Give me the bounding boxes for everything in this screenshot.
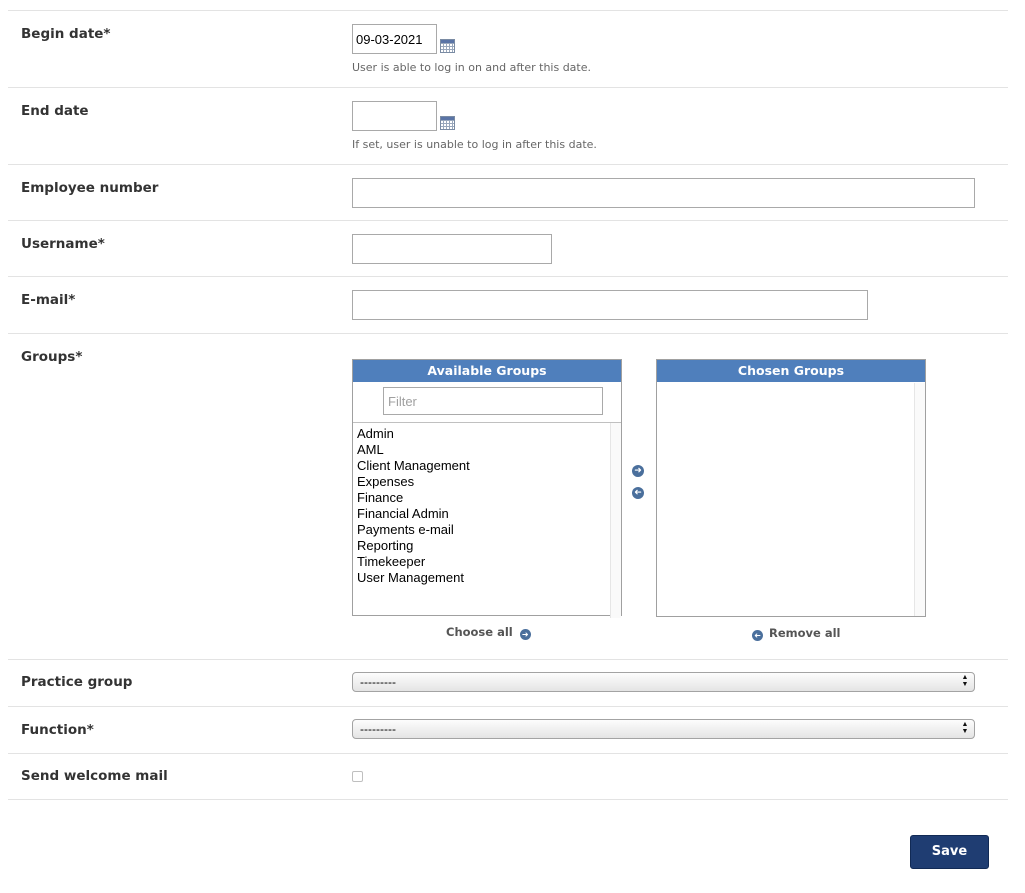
end-date-field-wrap: If set, user is unable to log in after t… [352, 101, 597, 151]
select-arrows-icon: ▲ ▼ [961, 674, 969, 688]
save-button[interactable]: Save [910, 835, 989, 869]
calendar-icon[interactable] [440, 39, 455, 53]
remove-all-label: Remove all [769, 626, 841, 640]
begin-date-field-wrap: User is able to log in on and after this… [352, 24, 591, 74]
filter-wrap [353, 382, 621, 423]
list-item[interactable]: Client Management [353, 458, 621, 474]
username-label: Username* [21, 236, 105, 252]
function-value: --------- [360, 722, 396, 736]
begin-date-row: Begin date* User is able to log in on an… [8, 11, 1008, 88]
function-label: Function* [21, 722, 94, 738]
user-form: Begin date* User is able to log in on an… [8, 10, 1008, 800]
remove-all-link[interactable]: ➜ Remove all [752, 626, 841, 641]
end-date-input[interactable] [352, 101, 437, 131]
scrollbar[interactable] [914, 383, 925, 616]
function-row: Function* --------- ▲ ▼ [8, 707, 1008, 754]
arrow-left-icon: ➜ [752, 630, 763, 641]
employee-number-label: Employee number [21, 180, 159, 196]
available-groups-box: Available Groups Admin AML Client Manage… [352, 359, 622, 618]
choose-all-label: Choose all [446, 625, 513, 639]
username-row: Username* [8, 221, 1008, 277]
chosen-groups-title: Chosen Groups [657, 360, 925, 382]
chosen-groups-box: Chosen Groups [656, 359, 926, 617]
list-item[interactable]: AML [353, 442, 621, 458]
list-item[interactable]: Finance [353, 490, 621, 506]
add-arrow-icon[interactable]: ➜ [632, 465, 644, 477]
arrow-right-icon: ➜ [519, 629, 531, 640]
available-groups-list[interactable]: Admin AML Client Management Expenses Fin… [353, 423, 621, 618]
practice-group-select[interactable]: --------- ▲ ▼ [352, 672, 975, 692]
filter-input[interactable] [383, 387, 603, 415]
groups-label: Groups* [21, 349, 83, 365]
list-item[interactable]: Expenses [353, 474, 621, 490]
email-label: E-mail* [21, 292, 76, 308]
employee-number-input[interactable] [352, 178, 975, 208]
available-groups-title: Available Groups [353, 360, 621, 382]
practice-group-label: Practice group [21, 674, 133, 690]
practice-group-value: --------- [360, 675, 396, 689]
chosen-groups-list[interactable] [657, 382, 925, 616]
remove-arrow-icon[interactable]: ➜ [632, 487, 644, 499]
practice-group-row: Practice group --------- ▲ ▼ [8, 660, 1008, 707]
begin-date-input[interactable] [352, 24, 437, 54]
list-item[interactable]: Admin [353, 426, 621, 442]
begin-date-label: Begin date* [21, 26, 111, 42]
begin-date-help: User is able to log in on and after this… [352, 61, 592, 74]
end-date-label: End date [21, 103, 89, 119]
list-item[interactable]: Payments e-mail [353, 522, 621, 538]
list-item[interactable]: Timekeeper [353, 554, 621, 570]
email-input[interactable] [352, 290, 868, 320]
choose-all-link[interactable]: Choose all ➜ [446, 625, 531, 640]
welcome-mail-label: Send welcome mail [21, 768, 168, 784]
calendar-icon[interactable] [440, 116, 455, 130]
function-select[interactable]: --------- ▲ ▼ [352, 719, 975, 739]
employee-number-row: Employee number [8, 165, 1008, 221]
username-input[interactable] [352, 234, 552, 264]
list-item[interactable]: Reporting [353, 538, 621, 554]
groups-row: Groups* Available Groups Admin AML Clien… [8, 334, 1008, 660]
welcome-mail-row: Send welcome mail [8, 754, 1008, 800]
email-row: E-mail* [8, 277, 1008, 334]
end-date-row: End date If set, user is unable to log i… [8, 88, 1008, 165]
list-item[interactable]: Financial Admin [353, 506, 621, 522]
scrollbar[interactable] [610, 423, 621, 618]
end-date-help: If set, user is unable to log in after t… [352, 138, 597, 151]
list-item[interactable]: User Management [353, 570, 621, 586]
select-arrows-icon: ▲ ▼ [961, 721, 969, 735]
welcome-mail-checkbox[interactable] [352, 771, 363, 782]
